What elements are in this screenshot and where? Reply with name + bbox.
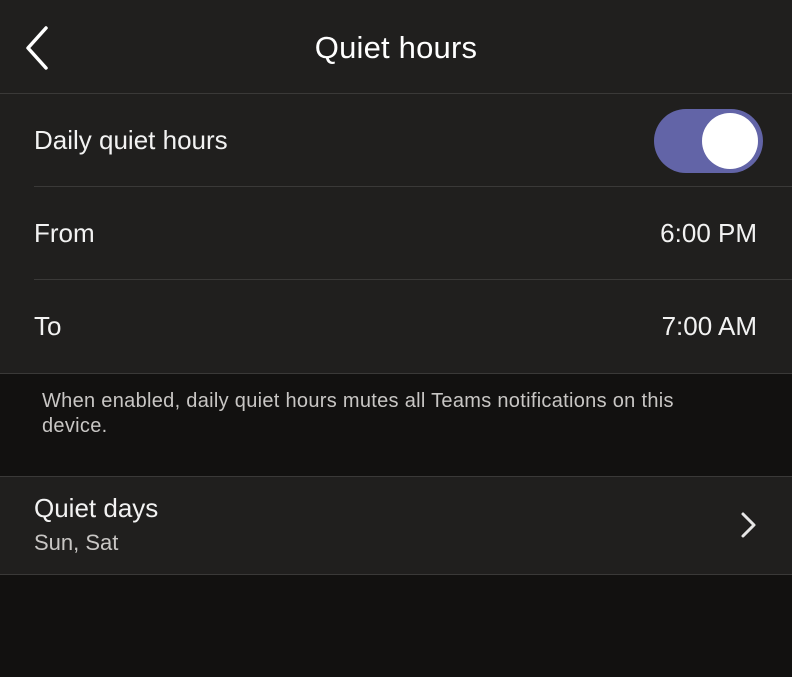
daily-quiet-hours-row: Daily quiet hours — [0, 94, 792, 187]
quiet-hours-description: When enabled, daily quiet hours mutes al… — [42, 390, 674, 437]
daily-quiet-hours-toggle[interactable] — [654, 109, 763, 173]
to-label: To — [34, 311, 62, 341]
page-title: Quiet hours — [314, 30, 478, 65]
quiet-days-row[interactable]: Quiet days Sun, Sat — [0, 476, 792, 575]
daily-quiet-hours-label: Daily quiet hours — [34, 125, 228, 155]
toggle-knob — [702, 113, 758, 169]
quiet-days-label: Quiet days — [34, 493, 159, 523]
quiet-hours-settings: Daily quiet hours From 6:00 PM To 7:00 A… — [0, 94, 792, 374]
chevron-right-icon — [741, 512, 756, 538]
top-bar: Quiet hours — [0, 0, 792, 94]
from-time-value: 6:00 PM — [660, 218, 757, 248]
to-time-value: 7:00 AM — [661, 311, 757, 341]
from-row[interactable]: From 6:00 PM — [0, 187, 792, 280]
from-label: From — [34, 218, 95, 248]
to-row[interactable]: To 7:00 AM — [0, 280, 792, 373]
quiet-days-value: Sun, Sat — [34, 530, 119, 555]
